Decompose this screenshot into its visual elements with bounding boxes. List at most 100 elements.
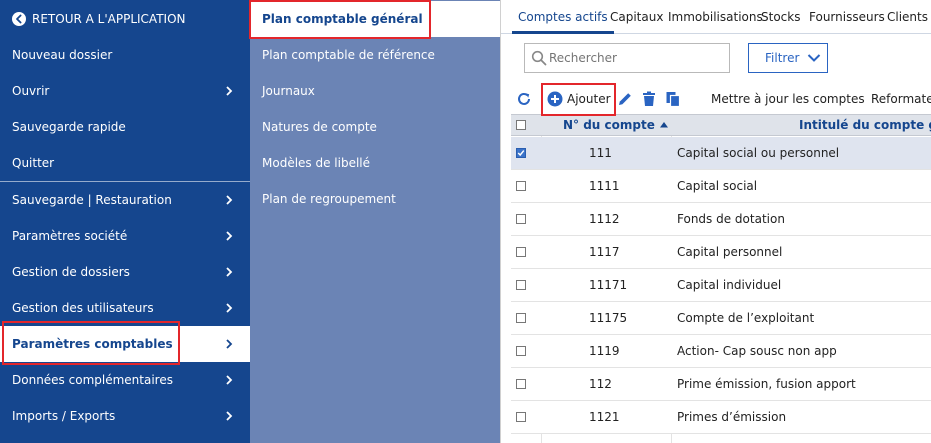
nav-item-quick-save[interactable]: Sauvegarde rapide [0, 109, 250, 145]
table-row[interactable]: 1121 Primes d’émission [511, 401, 931, 434]
search-input[interactable] [549, 51, 719, 65]
nav-item-imports-exports[interactable]: Imports / Exports [0, 398, 250, 434]
tab-capital[interactable]: Capitaux [610, 10, 663, 24]
tab-active-accounts[interactable]: Comptes actifs [512, 4, 614, 34]
arrow-left-circle-icon [12, 12, 26, 26]
select-all-checkbox[interactable] [516, 120, 526, 130]
row-checkbox[interactable] [516, 236, 526, 268]
tab-stocks[interactable]: Stocks [761, 10, 800, 24]
account-number-cell: 1111 [589, 179, 620, 193]
nav-item-label: Gestion des utilisateurs [12, 301, 154, 315]
table-row[interactable]: 11175 Compte de l’exploitant [511, 302, 931, 335]
nav-item-open[interactable]: Ouvrir [0, 73, 250, 109]
nav-item-label: Quitter [12, 156, 55, 170]
tab-fixed-assets[interactable]: Immobilisations [668, 10, 763, 24]
account-title-cell: Capital social ou personnel [677, 146, 840, 160]
chevron-right-icon [226, 339, 233, 349]
account-title-cell: Primes d’émission [677, 410, 787, 424]
submenu-item-reference-chart[interactable]: Plan comptable de référence [250, 37, 500, 73]
add-label: Ajouter [567, 92, 611, 106]
account-number-cell: 1117 [589, 245, 620, 259]
filter-label: Filtrer [765, 51, 800, 65]
chevron-right-icon [226, 231, 233, 241]
account-number-cell: 11171 [589, 278, 628, 292]
nav-item-quit[interactable]: Quitter [0, 145, 250, 181]
submenu-item-general-chart[interactable]: Plan comptable général [250, 1, 500, 37]
submenu-item-label-models[interactable]: Modèles de libellé [250, 145, 500, 181]
edit-pencil-icon[interactable] [616, 90, 634, 108]
filter-button[interactable]: Filtrer [748, 43, 828, 73]
row-checkbox[interactable] [516, 170, 526, 202]
column-header-account-title[interactable]: Intitulé du compte général [799, 118, 931, 132]
table-row[interactable]: 11171 Capital individuel [511, 269, 931, 302]
nav-item-label: Données complémentaires [12, 373, 173, 387]
nav-item-backup-restore[interactable]: Sauvegarde | Restauration [0, 182, 250, 218]
back-to-application-button[interactable]: RETOUR A L'APPLICATION [0, 1, 250, 37]
chevron-right-icon [226, 303, 233, 313]
table-row[interactable]: 1119 Action- Cap sousc non app [511, 335, 931, 368]
toolbar: Ajouter Mettre à jour les comptes Reform… [501, 84, 931, 114]
copy-icon[interactable] [664, 90, 682, 108]
chevron-right-icon [226, 375, 233, 385]
account-title-cell: Prime émission, fusion apport [677, 377, 856, 391]
plus-circle-icon [547, 91, 563, 107]
nav-item-label: Sauvegarde | Restauration [12, 193, 172, 207]
trash-icon[interactable] [640, 90, 658, 108]
submenu-item-account-types[interactable]: Natures de compte [250, 109, 500, 145]
submenu-item-label: Natures de compte [262, 120, 377, 134]
nav-item-accounting-settings[interactable]: Paramètres comptables [0, 326, 250, 362]
account-number-cell: 111 [589, 146, 612, 160]
row-checkbox[interactable] [516, 203, 526, 235]
table-row[interactable]: 111 Capital social ou personnel [511, 137, 931, 170]
submenu-item-label: Plan comptable de référence [262, 48, 435, 62]
submenu-item-journals[interactable]: Journaux [250, 73, 500, 109]
nav-item-folder-management[interactable]: Gestion de dossiers [0, 254, 250, 290]
nav-item-label: Nouveau dossier [12, 48, 113, 62]
table-row[interactable]: 1111 Capital social [511, 170, 931, 203]
nav-item-label: Imports / Exports [12, 409, 116, 423]
chevron-right-icon [226, 411, 233, 421]
tab-clients[interactable]: Clients [887, 10, 928, 24]
account-title-cell: Capital personnel [677, 245, 783, 259]
row-checkbox[interactable] [516, 269, 526, 301]
accounts-table: N° du compte Intitulé du compte général … [511, 114, 931, 443]
chevron-right-icon [226, 195, 233, 205]
row-checkbox[interactable] [516, 368, 526, 400]
tab-bar: Comptes actifs Capitaux Immobilisations … [501, 0, 931, 34]
search-icon [531, 50, 547, 66]
nav-item-additional-data[interactable]: Données complémentaires [0, 362, 250, 398]
table-row[interactable]: 112 Prime émission, fusion apport [511, 368, 931, 401]
tab-suppliers[interactable]: Fournisseurs [809, 10, 885, 24]
submenu-item-grouping-plan[interactable]: Plan de regroupement [250, 181, 500, 217]
reformat-button[interactable]: Reformater [871, 92, 931, 106]
row-checkbox[interactable] [516, 335, 526, 367]
submenu: Plan comptable général Plan comptable de… [250, 0, 500, 443]
sort-ascending-icon[interactable] [659, 121, 669, 129]
back-to-application-label: RETOUR A L'APPLICATION [32, 12, 186, 26]
search-box [524, 43, 730, 73]
nav-item-label: Paramètres société [12, 229, 128, 243]
row-checkbox[interactable] [516, 302, 526, 334]
row-checkbox[interactable] [516, 137, 526, 169]
row-checkbox[interactable] [516, 401, 526, 433]
refresh-icon[interactable] [515, 90, 533, 108]
table-row[interactable]: 1112 Fonds de dotation [511, 203, 931, 236]
nav-item-label: Sauvegarde rapide [12, 120, 126, 134]
main-navigation: RETOUR A L'APPLICATION Nouveau dossier O… [0, 0, 250, 443]
table-row[interactable]: 1117 Capital personnel [511, 236, 931, 269]
update-accounts-button[interactable]: Mettre à jour les comptes [711, 92, 865, 106]
nav-item-label: Gestion de dossiers [12, 265, 130, 279]
check-icon [517, 150, 525, 157]
chevron-right-icon [226, 86, 233, 96]
nav-item-new-folder[interactable]: Nouveau dossier [0, 37, 250, 73]
chevron-down-icon [803, 44, 825, 72]
nav-item-label: Ouvrir [12, 84, 50, 98]
add-button[interactable]: Ajouter [547, 88, 611, 110]
column-header-account-number[interactable]: N° du compte [563, 118, 655, 132]
account-number-cell: 11175 [589, 311, 628, 325]
nav-item-user-management[interactable]: Gestion des utilisateurs [0, 290, 250, 326]
account-number-cell: 112 [589, 377, 612, 391]
nav-item-company-settings[interactable]: Paramètres société [0, 218, 250, 254]
submenu-item-label: Plan comptable général [262, 12, 423, 26]
chevron-right-icon [226, 267, 233, 277]
